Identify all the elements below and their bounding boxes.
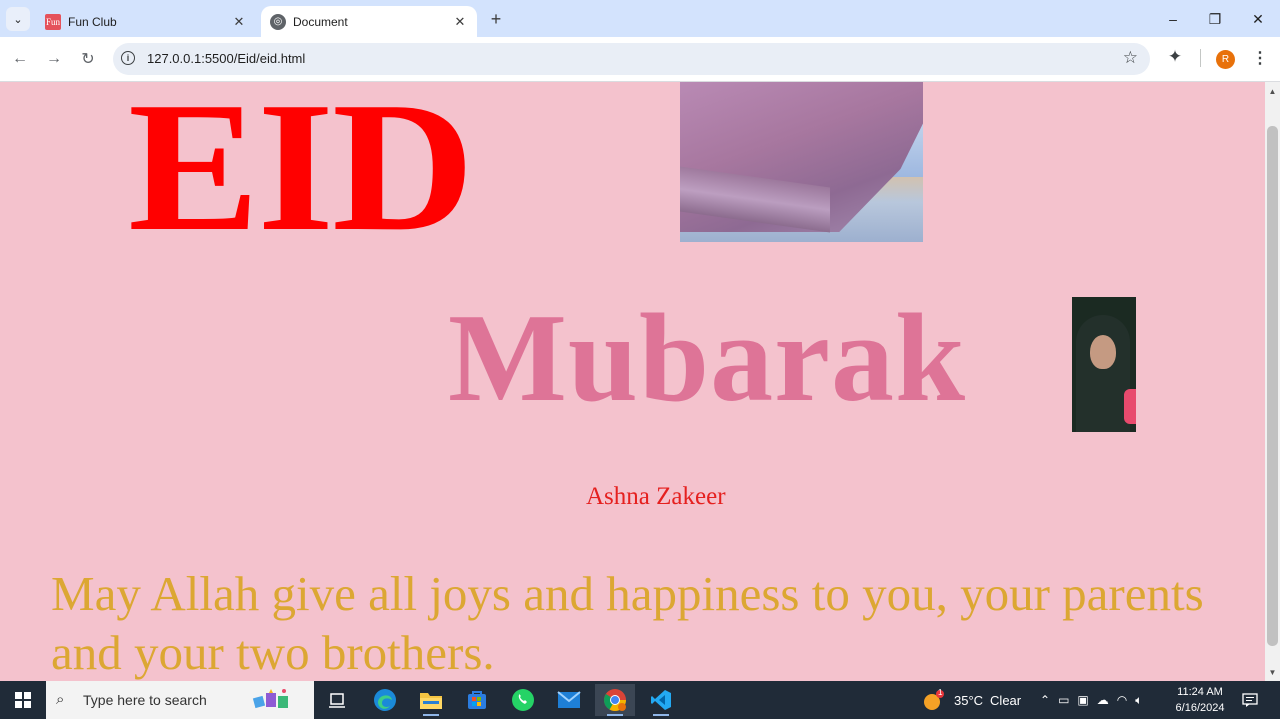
browser-toolbar: ← → ↻ i 127.0.0.1:5500/Eid/eid.html ☆	[0, 37, 1280, 82]
close-window-button[interactable]: ✕	[1237, 4, 1279, 34]
address-bar[interactable]: i 127.0.0.1:5500/Eid/eid.html ☆	[113, 43, 1150, 75]
device-icon[interactable]: ▣	[1077, 693, 1088, 707]
battery-icon[interactable]: ▭	[1058, 693, 1069, 707]
vscode-icon	[651, 690, 671, 710]
folder-icon	[420, 693, 442, 709]
more-menu-icon[interactable]: ⋮	[1250, 47, 1270, 69]
volume-icon[interactable]: 🔈︎	[1135, 693, 1142, 708]
page-scrollbar[interactable]: ▲ ▼	[1265, 82, 1280, 681]
tab-title: Fun Club	[68, 14, 117, 29]
file-explorer-taskbar-button[interactable]	[411, 684, 451, 716]
fun-club-favicon-icon: Fun	[45, 13, 61, 30]
weather-widget[interactable]: 1 35°C Clear	[922, 681, 1021, 719]
hijab-photo	[680, 82, 923, 242]
wish-message: May Allah give all joys and happiness to…	[51, 566, 1204, 680]
search-highlight-icon	[252, 689, 288, 709]
page-content: EID Mubarak Ashna Zakeer May Allah give …	[0, 82, 1265, 681]
chevron-down-icon: ⌄	[13, 13, 23, 26]
running-indicator	[423, 714, 439, 716]
scroll-up-arrow-icon[interactable]: ▲	[1265, 84, 1280, 98]
notification-icon	[1242, 693, 1258, 707]
url-text[interactable]: 127.0.0.1:5500/Eid/eid.html	[147, 51, 305, 66]
onedrive-icon[interactable]: ☁	[1097, 693, 1109, 707]
whatsapp-taskbar-button[interactable]	[503, 684, 543, 716]
clock-date: 6/16/2024	[1175, 702, 1225, 714]
tab-title: Document	[293, 14, 348, 29]
globe-icon: ◎	[270, 13, 286, 30]
minimize-button[interactable]: –	[1152, 4, 1194, 34]
bookmark-star-icon[interactable]: ☆	[1123, 48, 1138, 68]
store-icon	[468, 691, 486, 709]
site-info-icon[interactable]: i	[121, 51, 135, 65]
scroll-down-arrow-icon[interactable]: ▼	[1265, 665, 1280, 679]
task-view-button[interactable]	[317, 684, 357, 716]
running-indicator	[607, 714, 623, 716]
edge-icon	[374, 689, 396, 711]
chrome-icon	[604, 689, 626, 711]
store-taskbar-button[interactable]	[457, 684, 497, 716]
reload-button[interactable]: ↻	[75, 46, 101, 72]
windows-logo-icon	[14, 692, 31, 708]
clock-time: 11:24 AM	[1177, 686, 1223, 698]
scrollbar-thumb[interactable]	[1267, 126, 1278, 646]
new-tab-button[interactable]: +	[485, 8, 507, 30]
restore-button[interactable]: ❐	[1194, 4, 1236, 34]
weather-desc: Clear	[990, 692, 1022, 708]
system-tray: ⌃ ▭ ▣ ☁ ◠ 🔈︎	[1040, 681, 1142, 719]
weather-badge: 1	[938, 688, 943, 697]
photo-hijab	[1076, 315, 1130, 432]
task-view-icon	[329, 693, 345, 708]
forward-button[interactable]: →	[41, 46, 67, 72]
running-indicator	[653, 714, 669, 716]
whatsapp-icon	[512, 689, 534, 711]
close-tab-icon[interactable]: ✕	[449, 11, 471, 33]
tab-document[interactable]: ◎ Document ✕	[261, 6, 477, 37]
taskbar-clock[interactable]: 11:24 AM 6/16/2024	[1164, 684, 1236, 716]
portrait-photo	[1072, 297, 1136, 432]
search-icon: ⌕	[56, 691, 65, 708]
search-placeholder: Type here to search	[83, 692, 207, 708]
toolbar-divider	[1200, 49, 1201, 67]
author-name: Ashna Zakeer	[586, 483, 726, 510]
chevron-up-icon[interactable]: ⌃	[1040, 693, 1050, 707]
close-tab-icon[interactable]: ✕	[228, 11, 250, 33]
tab-search-button[interactable]: ⌄	[6, 7, 30, 31]
tab-bar: ⌄ Fun Fun Club ✕ ◎ Document ✕ + – ❐ ✕	[0, 0, 1280, 37]
profile-avatar[interactable]: R	[1216, 50, 1235, 69]
mail-icon	[557, 691, 581, 708]
eid-heading: EID	[128, 82, 474, 270]
wifi-icon[interactable]: ◠	[1117, 693, 1127, 707]
start-button[interactable]	[0, 681, 45, 719]
windows-taskbar: ⌕ Type here to search 1 35°C Clear ⌃ ▭ ▣…	[0, 681, 1280, 719]
back-button[interactable]: ←	[7, 46, 33, 72]
notifications-button[interactable]	[1240, 681, 1260, 719]
edge-taskbar-button[interactable]	[365, 684, 405, 716]
photo-face	[1090, 335, 1116, 369]
taskbar-search-box[interactable]: ⌕ Type here to search	[46, 681, 314, 719]
extensions-puzzle-icon[interactable]: ✦	[1164, 46, 1186, 68]
vscode-taskbar-button[interactable]	[641, 684, 681, 716]
mubarak-heading: Mubarak	[448, 289, 967, 428]
weather-temp: 35°C	[954, 692, 984, 708]
photo-pink-accent	[1124, 389, 1136, 424]
tab-fun-club[interactable]: Fun Fun Club ✕	[36, 6, 256, 37]
chrome-taskbar-button[interactable]	[595, 684, 635, 716]
mail-taskbar-button[interactable]	[549, 684, 589, 716]
